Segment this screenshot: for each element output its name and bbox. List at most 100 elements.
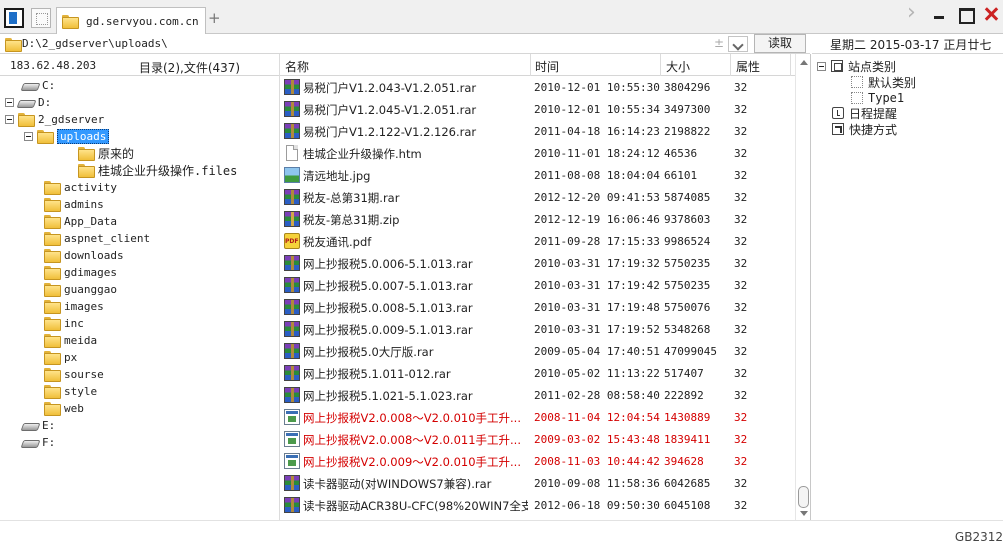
column-name[interactable]: 名称	[285, 58, 309, 75]
tree-item[interactable]: sourse	[44, 366, 104, 382]
read-button[interactable]: 读取	[754, 34, 806, 53]
chevron-right-icon[interactable]	[905, 0, 921, 25]
file-time: 2011-09-28 17:15:33	[534, 235, 660, 248]
scroll-down-icon[interactable]	[800, 511, 808, 516]
file-row[interactable]: 税友-第总31期.zip 2012-12-19 16:06:46 9378603 32	[280, 208, 795, 230]
file-name: 清远地址.jpg	[303, 169, 371, 183]
tree-item[interactable]: gdimages	[44, 264, 117, 280]
file-list-scrollbar[interactable]	[795, 54, 810, 520]
file-row[interactable]: 网上抄报税5.0.008-5.1.013.rar 2010-03-31 17:19…	[280, 296, 795, 318]
column-time[interactable]: 时间	[535, 58, 559, 75]
chevron-down-icon[interactable]	[728, 36, 748, 52]
collapse-icon[interactable]	[5, 114, 14, 124]
tree-item[interactable]: admins	[44, 196, 104, 212]
minimize-icon[interactable]	[931, 6, 947, 22]
file-row[interactable]: 网上抄报税V2.0.008～V2.0.011手工升... 2009-03-02 1…	[280, 428, 795, 450]
file-time: 2010-12-01 10:55:34	[534, 103, 660, 116]
column-separator[interactable]	[530, 54, 531, 76]
file-row[interactable]: 桂城企业升级操作.htm 2010-11-01 18:24:12 46536 32	[280, 142, 795, 164]
tree-item-label: images	[64, 299, 104, 313]
file-row[interactable]: 税友-总第31期.rar 2012-12-20 09:41:53 5874085 32	[280, 186, 795, 208]
site-category-item[interactable]: 站点类别	[817, 58, 896, 74]
column-separator[interactable]	[730, 54, 731, 76]
tree-item-label: meida	[64, 333, 98, 347]
tree-item[interactable]: 桂城企业升级操作.files	[78, 162, 237, 178]
collapse-icon[interactable]	[24, 131, 33, 141]
scroll-thumb[interactable]	[798, 486, 809, 508]
file-row[interactable]: 易税门户V1.2.045-V1.2.051.rar 2010-12-01 10:5…	[280, 98, 795, 120]
file-attr: 32	[734, 81, 748, 94]
column-separator[interactable]	[660, 54, 661, 76]
file-row[interactable]: 读卡器驱动ACR38U-CFC(98%20WIN7全支... 2012-06-18…	[280, 494, 795, 516]
close-icon[interactable]	[983, 6, 999, 22]
file-row[interactable]: 网上抄报税V2.0.009～V2.0.010手工升... 2008-11-03 1…	[280, 450, 795, 472]
tree-item-label: 2_gdserver	[38, 112, 105, 126]
tree-item[interactable]: activity	[44, 179, 117, 195]
file-row[interactable]: 网上抄报税5.0.006-5.1.013.rar 2010-03-31 17:19…	[280, 252, 795, 274]
file-name: 网上抄报税5.0.007-5.1.013.rar	[303, 279, 473, 293]
file-row[interactable]: 税友通讯.pdf 2011-09-28 17:15:33 9986524 32	[280, 230, 795, 252]
address-input[interactable]: D:\2_gdserver\uploads\	[22, 37, 168, 50]
tree-item[interactable]: C:	[22, 77, 55, 93]
file-row[interactable]: 网上抄报税5.1.021-5.1.023.rar 2011-02-28 08:58…	[280, 384, 795, 406]
blank-tab-icon[interactable]	[31, 8, 51, 28]
app-logo-icon[interactable]	[4, 8, 24, 28]
file-row[interactable]: 网上抄报税5.0大厅版.rar 2009-05-04 17:40:51 470990…	[280, 340, 795, 362]
tree-item[interactable]: meida	[44, 332, 97, 348]
tree-item[interactable]: inc	[44, 315, 84, 331]
site-category-item[interactable]: 日程提醒	[832, 105, 897, 121]
file-row[interactable]: 易税门户V1.2.043-V1.2.051.rar 2010-12-01 10:5…	[280, 76, 795, 98]
rar-icon	[284, 101, 300, 117]
tree-item[interactable]: App_Data	[44, 213, 117, 229]
tab-active[interactable]: gd.servyou.com.cn	[56, 7, 206, 34]
tree-item[interactable]: 原来的	[78, 145, 134, 161]
pdf-icon	[284, 233, 300, 249]
site-category-item[interactable]: 默认类别	[851, 74, 916, 90]
file-row[interactable]: 清远地址.jpg 2011-08-08 18:04:04 66101 32	[280, 164, 795, 186]
file-time: 2010-03-31 17:19:52	[534, 323, 660, 336]
file-name: 网上抄报税5.0大厅版.rar	[303, 345, 434, 359]
tree-item[interactable]: guanggao	[44, 281, 117, 297]
column-separator[interactable]	[790, 54, 791, 76]
maximize-icon[interactable]	[957, 6, 975, 24]
collapse-icon[interactable]	[5, 97, 14, 107]
file-name: 读卡器驱动ACR38U-CFC(98%20WIN7全支...	[303, 499, 528, 513]
file-row[interactable]: 网上抄报税5.0.009-5.1.013.rar 2010-03-31 17:19…	[280, 318, 795, 340]
tree-item[interactable]: style	[44, 383, 97, 399]
tree-item-label: aspnet_client	[64, 231, 151, 245]
tree-item[interactable]: uploads	[24, 128, 110, 144]
folder-icon	[44, 198, 61, 212]
column-size[interactable]: 大小	[666, 58, 690, 75]
file-size: 5348268	[664, 323, 711, 336]
file-list-header: 名称 时间 大小 属性	[280, 54, 810, 76]
file-row[interactable]: 网上抄报税V2.0.008～V2.0.010手工升... 2008-11-04 1…	[280, 406, 795, 428]
file-row[interactable]: 网上抄报税5.0.007-5.1.013.rar 2010-03-31 17:19…	[280, 274, 795, 296]
tree-item[interactable]: images	[44, 298, 104, 314]
tree-item[interactable]: F:	[22, 434, 55, 450]
tree-item-label: 原来的	[98, 146, 135, 161]
site-category-item[interactable]: 快捷方式	[832, 121, 897, 137]
tree-item[interactable]: E:	[22, 417, 55, 433]
collapse-icon[interactable]	[817, 61, 826, 71]
tree-item-label: uploads	[57, 128, 110, 144]
tree-item[interactable]: downloads	[44, 247, 124, 263]
favorite-icon[interactable]: ±	[714, 36, 724, 50]
tree-item[interactable]: web	[44, 400, 84, 416]
rar-icon	[284, 321, 300, 337]
server-ip: 183.62.48.203	[10, 59, 97, 72]
file-row[interactable]: 网上抄报税5.1.011-012.rar 2010-05-02 11:13:22 5…	[280, 362, 795, 384]
tree-item[interactable]: D:	[5, 94, 51, 110]
file-size: 3804296	[664, 81, 711, 94]
file-row[interactable]: 易税门户V1.2.122-V1.2.126.rar 2011-04-18 16:1…	[280, 120, 795, 142]
tree-item[interactable]: px	[44, 349, 77, 365]
column-attr[interactable]: 属性	[736, 58, 760, 75]
file-size: 9986524	[664, 235, 711, 248]
tree-item-label: F:	[42, 435, 56, 449]
scroll-up-icon[interactable]	[800, 60, 808, 65]
file-attr: 32	[734, 213, 748, 226]
new-tab-button[interactable]: +	[208, 9, 221, 27]
tree-item[interactable]: aspnet_client	[44, 230, 150, 246]
tree-item[interactable]: 2_gdserver	[5, 111, 104, 127]
file-time: 2008-11-04 12:04:54	[534, 411, 660, 424]
file-row[interactable]: 读卡器驱动(对WINDOWS7兼容).rar 2010-09-08 11:58:3…	[280, 472, 795, 494]
